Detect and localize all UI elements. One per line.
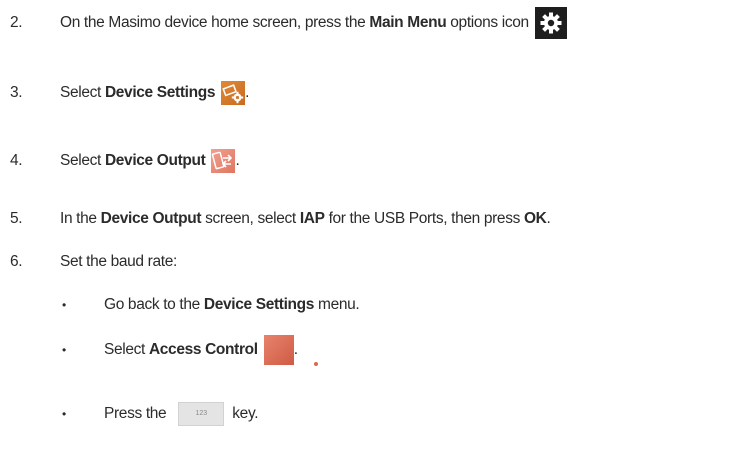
option-name: IAP [299, 210, 325, 227]
step-number: 6. [10, 253, 23, 270]
step-text: Press the [104, 405, 171, 422]
gear-icon [534, 7, 567, 39]
screen-name: Device Output [100, 210, 202, 227]
step-5: 5. In the Device Output screen, select I… [0, 207, 735, 231]
step-text: screen, select [201, 210, 300, 227]
step-text: In the [60, 210, 101, 227]
step-number: 4. [10, 152, 23, 169]
step-text: Select [60, 152, 105, 169]
step-text: menu. [314, 296, 360, 313]
bullet: • [62, 298, 66, 312]
step-text: for the USB Ports, then press [324, 210, 524, 227]
menu-name: Main Menu [369, 14, 447, 31]
instruction-document: 2. On the Masimo device home screen, pre… [0, 0, 735, 455]
menu-name: Device Output [104, 152, 206, 169]
key-icon [263, 335, 322, 381]
step-text: On the Masimo device home screen, press … [60, 14, 370, 31]
device-output-icon [211, 149, 236, 173]
step-text: key. [232, 405, 259, 422]
step-text: Go back to the [104, 296, 204, 313]
step-text: . [245, 84, 250, 101]
device-settings-icon [221, 81, 246, 105]
step-number: 2. [10, 14, 23, 31]
step-text: . [235, 152, 240, 169]
numeric-key-123: 123 [178, 402, 225, 426]
bullet: • [62, 407, 66, 421]
substep-press-key: • Press the 123 key. [0, 400, 735, 428]
substep-access-control: • Select Access Control . [0, 332, 735, 381]
bullet: • [62, 343, 66, 357]
step-3: 3. Select Device Settings . [0, 76, 735, 110]
menu-name: Device Settings [203, 296, 315, 313]
step-number: 5. [10, 210, 23, 227]
step-text: Select [60, 84, 105, 101]
step-number: 3. [10, 84, 23, 101]
menu-name: Device Settings [104, 84, 216, 101]
step-4: 4. Select Device Output . [0, 144, 735, 178]
step-text: Set the baud rate: [60, 253, 177, 270]
step-6: 6. Set the baud rate: [0, 250, 735, 274]
step-2: 2. On the Masimo device home screen, pre… [0, 6, 735, 40]
substep-go-back: • Go back to the Device Settings menu. [0, 293, 735, 317]
button-name: OK [523, 210, 547, 227]
step-text: Select [104, 341, 149, 358]
step-text: . [546, 210, 551, 227]
step-text: options icon [446, 14, 529, 31]
menu-name: Access Control [148, 341, 258, 358]
